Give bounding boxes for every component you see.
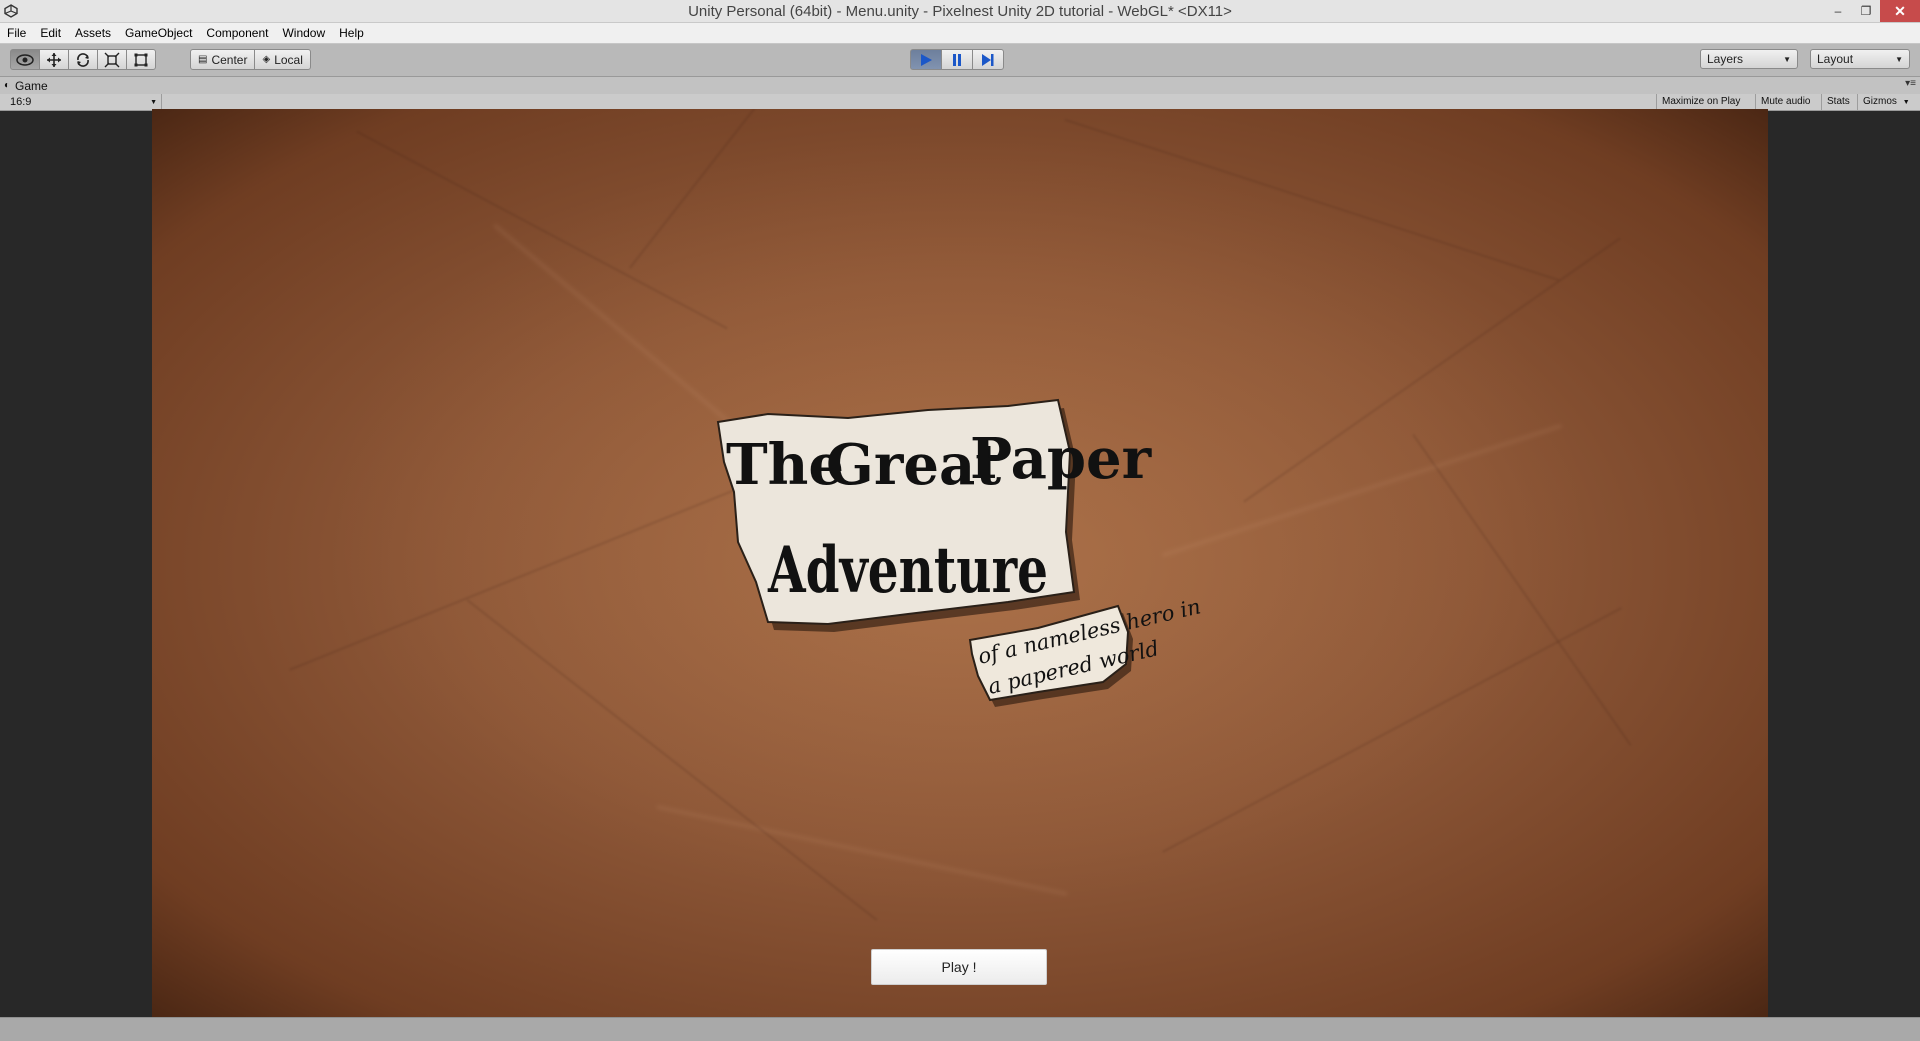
- layers-dropdown[interactable]: Layers ▼: [1700, 49, 1798, 69]
- play-icon: [921, 53, 932, 66]
- window-title: Unity Personal (64bit) - Menu.unity - Pi…: [688, 2, 1232, 20]
- chevron-down-icon: ▼: [1902, 99, 1910, 106]
- aspect-ratio-dropdown[interactable]: 16:9 ▼: [6, 94, 162, 110]
- chevron-down-icon: ▼: [150, 98, 157, 106]
- menu-edit[interactable]: Edit: [33, 23, 68, 43]
- menu-component[interactable]: Component: [199, 23, 275, 43]
- rect-transform-icon: [134, 53, 148, 66]
- step-icon: [982, 53, 994, 66]
- aspect-ratio-value: 16:9: [10, 96, 32, 108]
- logo-word-adventure: Adventure: [767, 533, 1048, 608]
- pacman-game-icon: ◐: [4, 80, 11, 91]
- unity-logo-icon[interactable]: [3, 3, 19, 19]
- paper-crease: [356, 130, 728, 330]
- menu-assets[interactable]: Assets: [68, 23, 118, 43]
- scale-tool-button[interactable]: [97, 49, 127, 70]
- game-title-logo: The Great Paper Adventure of a nameless …: [716, 398, 1203, 707]
- menu-bar: File Edit Assets GameObject Component Wi…: [0, 23, 1920, 44]
- paper-highlight: [656, 805, 1068, 896]
- status-bar: [0, 1017, 1920, 1041]
- menu-window[interactable]: Window: [275, 23, 332, 43]
- mute-audio-toggle[interactable]: Mute audio: [1755, 94, 1821, 110]
- layers-label: Layers: [1707, 52, 1744, 66]
- pivot-local-button[interactable]: ◈ Local: [254, 49, 311, 70]
- scale-icon: [104, 52, 120, 67]
- pause-icon: [953, 53, 961, 66]
- view-tool-button[interactable]: [10, 49, 40, 70]
- pivot-center-button[interactable]: ▤ Center: [190, 49, 256, 70]
- pivot-local-label: Local: [274, 52, 303, 67]
- pivot-center-label: Center: [211, 52, 248, 67]
- maximize-button[interactable]: ❐: [1852, 0, 1880, 22]
- pause-button[interactable]: [941, 49, 973, 70]
- panel-menu-icon[interactable]: ▾≡: [1905, 78, 1916, 89]
- layout-dropdown[interactable]: Layout ▼: [1810, 49, 1910, 69]
- game-tab-bar: ◐ Game ▾≡: [0, 77, 1920, 94]
- minimize-button[interactable]: –: [1824, 0, 1852, 22]
- main-toolbar: ▤ Center ◈ Local Layers ▼ Layout ▼: [0, 44, 1920, 77]
- menu-gameobject[interactable]: GameObject: [118, 23, 199, 43]
- logo-word-paper: Paper: [970, 426, 1153, 492]
- move-tool-button[interactable]: [39, 49, 69, 70]
- paper-crease: [289, 489, 735, 671]
- rotate-tool-button[interactable]: [68, 49, 98, 70]
- transform-tools: [10, 49, 156, 70]
- window-titlebar: Unity Personal (64bit) - Menu.unity - Pi…: [0, 0, 1920, 23]
- local-space-icon: ◈: [262, 54, 271, 65]
- pivot-toggles: ▤ Center ◈ Local: [190, 49, 311, 70]
- gizmos-label: Gizmos: [1863, 96, 1897, 107]
- eye-icon: [16, 53, 34, 66]
- game-viewport[interactable]: The Great Paper Adventure of a nameless …: [152, 109, 1768, 1017]
- maximize-on-play-toggle[interactable]: Maximize on Play: [1656, 94, 1755, 110]
- game-tab[interactable]: ◐ Game: [0, 79, 54, 93]
- menu-help[interactable]: Help: [332, 23, 371, 43]
- paper-crease: [628, 109, 816, 269]
- layout-label: Layout: [1817, 52, 1854, 66]
- menu-file[interactable]: File: [0, 23, 33, 43]
- step-button[interactable]: [972, 49, 1004, 70]
- move-arrows-icon: [47, 52, 61, 67]
- pivot-center-icon: ▤: [198, 54, 208, 65]
- gizmos-dropdown[interactable]: Gizmos ▼: [1857, 94, 1920, 110]
- stats-toggle[interactable]: Stats: [1821, 94, 1857, 110]
- paper-crease: [1064, 118, 1560, 282]
- chevron-down-icon: ▼: [1895, 54, 1903, 64]
- rect-tool-button[interactable]: [126, 49, 156, 70]
- play-game-button[interactable]: Play !: [871, 949, 1047, 985]
- game-tab-label: Game: [15, 78, 48, 93]
- close-button[interactable]: ✕: [1880, 0, 1920, 22]
- rotate-icon: [77, 52, 89, 67]
- play-button-toolbar[interactable]: [910, 49, 942, 70]
- chevron-down-icon: ▼: [1783, 54, 1791, 64]
- play-controls: [910, 49, 1004, 70]
